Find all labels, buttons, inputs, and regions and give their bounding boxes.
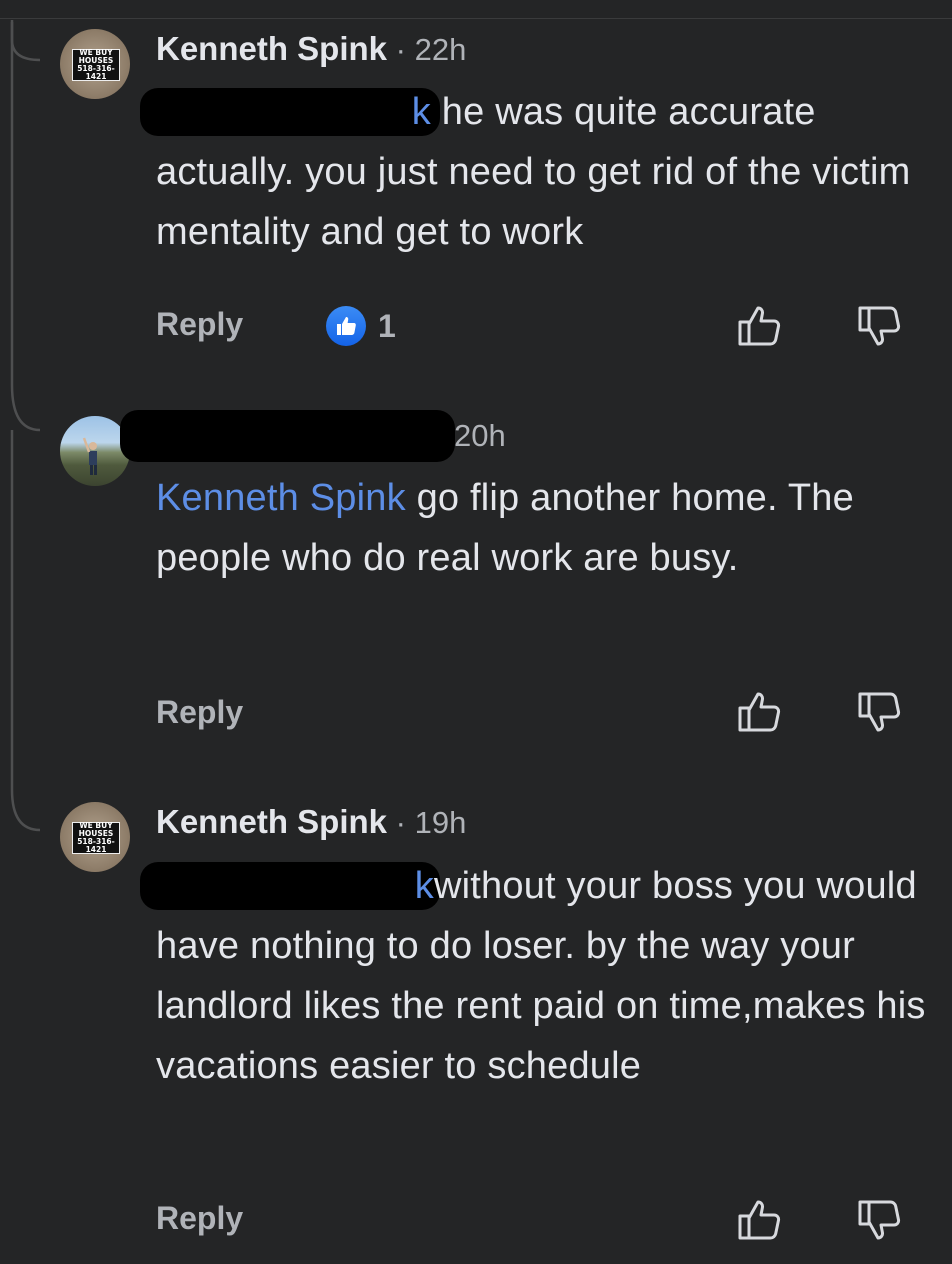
- comment-text: Kenneth Spink go flip another home. The …: [156, 477, 854, 579]
- like-reaction-icon: [326, 306, 366, 346]
- reply-button[interactable]: Reply: [156, 1200, 243, 1237]
- thumbs-up-icon: [738, 692, 781, 732]
- comment-timestamp[interactable]: 22h: [415, 32, 467, 67]
- thumbs-down-icon: [858, 692, 901, 732]
- upvote-button[interactable]: [736, 1196, 784, 1244]
- downvote-button[interactable]: [856, 688, 904, 736]
- comment-author[interactable]: Kenneth Spink · 22h: [156, 30, 466, 68]
- thumbs-up-icon: [738, 306, 781, 346]
- thumbs-down-icon: [858, 306, 901, 346]
- thumbs-down-icon: [858, 1200, 901, 1240]
- avatar[interactable]: WE BUY HOUSES 518-316-1421: [60, 802, 130, 872]
- redacted-author: [120, 410, 455, 462]
- thread-connector: [10, 20, 41, 832]
- reaction-summary[interactable]: 1: [326, 306, 396, 346]
- downvote-button[interactable]: [856, 1196, 904, 1244]
- upvote-button[interactable]: [736, 688, 784, 736]
- comment-timestamp[interactable]: 19h: [415, 805, 467, 840]
- avatar[interactable]: WE BUY HOUSES 518-316-1421: [60, 29, 130, 99]
- upvote-button[interactable]: [736, 302, 784, 350]
- downvote-button[interactable]: [856, 302, 904, 350]
- mention-link[interactable]: k: [156, 856, 434, 916]
- comment-text: k he was quite accurate actually. you ju…: [156, 82, 926, 262]
- mention-link[interactable]: Kenneth Spink: [156, 477, 406, 519]
- comment-timestamp[interactable]: 20h: [454, 418, 506, 454]
- top-divider: [0, 18, 952, 19]
- reply-button[interactable]: Reply: [156, 306, 243, 343]
- comment-text: kwithout your boss you would have nothin…: [156, 856, 926, 1096]
- comment-author[interactable]: Kenneth Spink · 19h: [156, 803, 466, 841]
- mention-link[interactable]: k: [156, 82, 431, 142]
- thumbs-up-icon: [738, 1200, 781, 1240]
- avatar-sign-logo: WE BUY HOUSES 518-316-1421: [72, 49, 120, 81]
- reply-button[interactable]: Reply: [156, 694, 243, 731]
- reaction-count: 1: [378, 307, 396, 344]
- avatar-sign-logo: WE BUY HOUSES 518-316-1421: [72, 822, 120, 854]
